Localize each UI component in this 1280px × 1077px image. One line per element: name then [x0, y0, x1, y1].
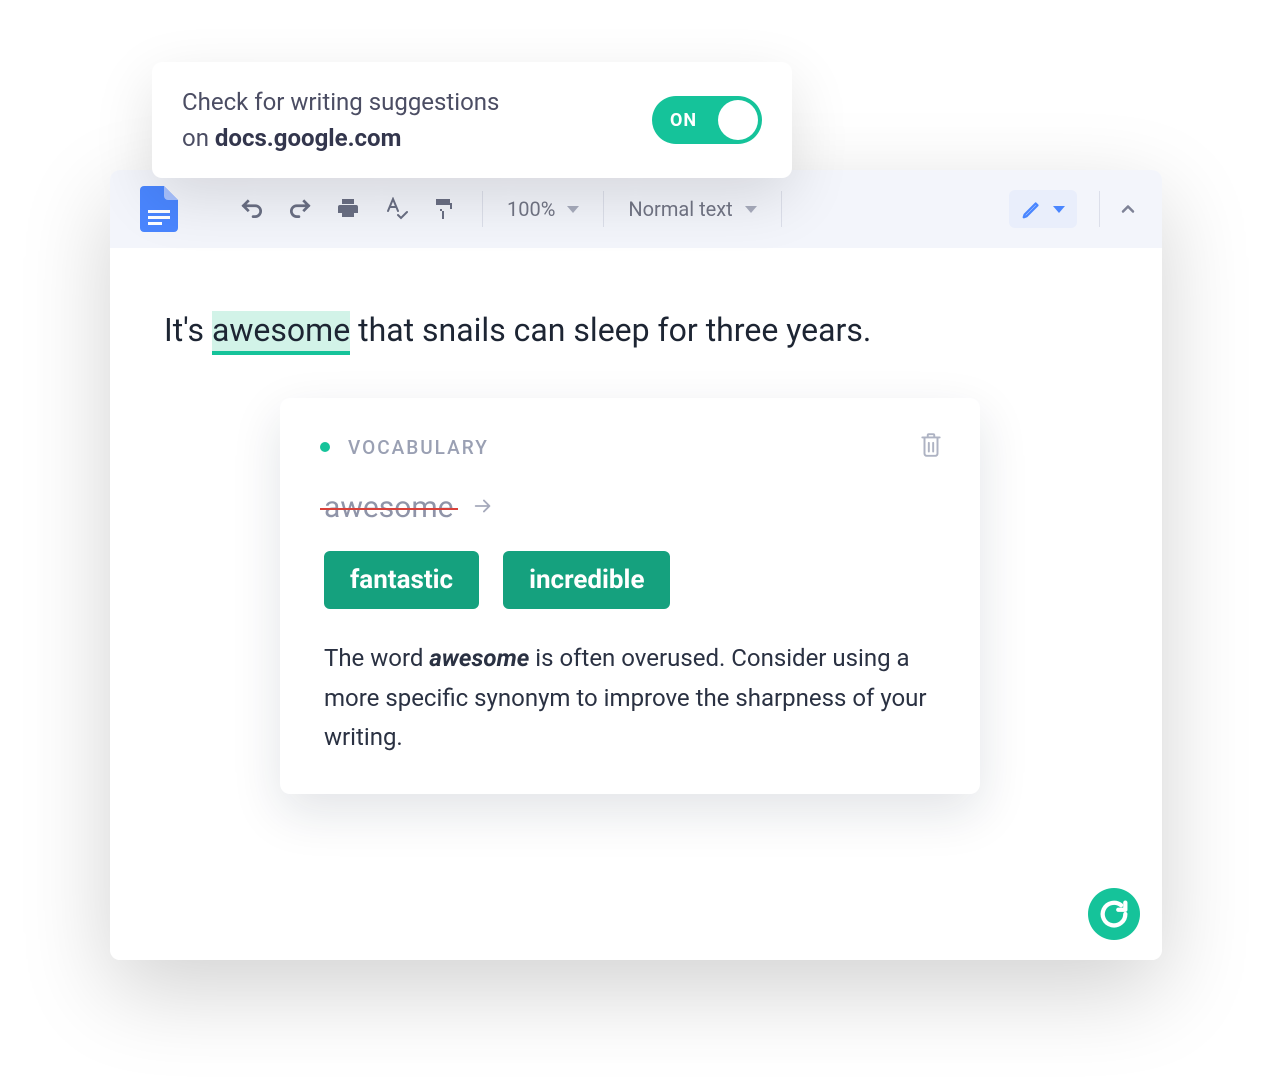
- zoom-value: 100%: [507, 197, 555, 221]
- chevron-down-icon: [1053, 206, 1065, 213]
- replacement-chip[interactable]: fantastic: [324, 551, 479, 609]
- toolbar: 100% Normal text: [110, 170, 1162, 248]
- toggle-state-label: ON: [670, 110, 697, 131]
- arrow-right-icon: [470, 495, 496, 521]
- document-body[interactable]: It's awesome that snails can sleep for t…: [110, 248, 1162, 960]
- google-docs-icon: [140, 186, 178, 232]
- separator: [482, 191, 483, 227]
- suggestion-explanation: The word awesome is often overused. Cons…: [324, 639, 944, 758]
- style-value: Normal text: [628, 197, 732, 221]
- separator: [603, 191, 604, 227]
- grammarly-badge[interactable]: [1088, 888, 1140, 940]
- suggestions-toggle-popup: Check for writing suggestions on docs.go…: [152, 62, 792, 178]
- print-button[interactable]: [328, 189, 368, 229]
- replace-row: awesome: [324, 490, 944, 525]
- grammarly-icon: [1097, 897, 1131, 931]
- collapse-button[interactable]: [1114, 195, 1142, 223]
- card-header: VOCABULARY: [320, 430, 944, 464]
- separator: [781, 191, 782, 227]
- popup-line2-prefix: on: [182, 124, 215, 152]
- style-dropdown[interactable]: Normal text: [618, 197, 766, 221]
- redo-button[interactable]: [280, 189, 320, 229]
- format-paint-button[interactable]: [424, 189, 464, 229]
- undo-button[interactable]: [232, 189, 272, 229]
- text-after: that snails can sleep for three years.: [350, 311, 871, 349]
- suggestion-category: VOCABULARY: [348, 436, 489, 459]
- chevron-down-icon: [745, 206, 757, 213]
- pencil-icon: [1021, 198, 1043, 220]
- edit-mode-button[interactable]: [1009, 190, 1077, 228]
- popup-line1: Check for writing suggestions: [182, 88, 499, 116]
- replacement-chip[interactable]: incredible: [503, 551, 670, 609]
- dismiss-button[interactable]: [918, 430, 944, 464]
- text-before: It's: [164, 311, 212, 349]
- zoom-dropdown[interactable]: 100%: [497, 197, 589, 221]
- popup-text: Check for writing suggestions on docs.go…: [182, 84, 499, 156]
- replacement-chips: fantastic incredible: [324, 551, 944, 609]
- popup-domain: docs.google.com: [215, 124, 401, 152]
- suggestion-card: VOCABULARY awesome fantastic incredible: [280, 398, 980, 794]
- original-word: awesome: [324, 490, 454, 525]
- trash-icon: [918, 430, 944, 460]
- chevron-down-icon: [567, 206, 579, 213]
- separator: [1099, 191, 1100, 227]
- explanation-word: awesome: [429, 644, 529, 672]
- category-dot-icon: [320, 442, 330, 452]
- document-window: 100% Normal text It's awesome that snail…: [110, 170, 1162, 960]
- toggle-knob: [718, 100, 758, 140]
- highlighted-word[interactable]: awesome: [212, 311, 350, 355]
- suggestions-toggle[interactable]: ON: [652, 96, 762, 144]
- spellcheck-button[interactable]: [376, 189, 416, 229]
- document-text[interactable]: It's awesome that snails can sleep for t…: [164, 308, 1108, 353]
